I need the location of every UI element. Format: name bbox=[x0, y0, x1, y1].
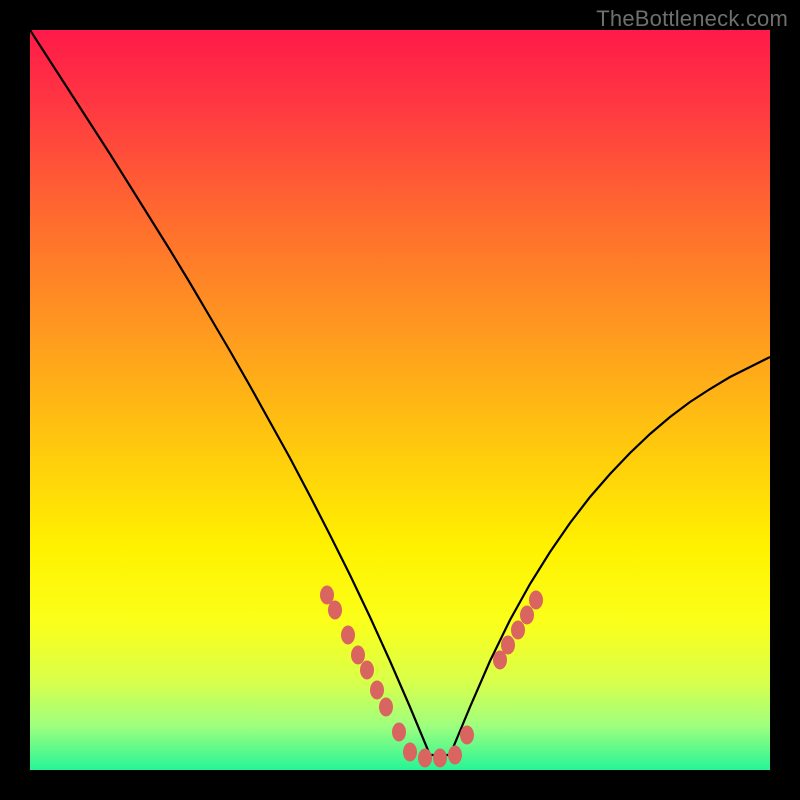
curve-marker bbox=[501, 636, 515, 655]
curve-marker bbox=[460, 726, 474, 745]
curve-marker bbox=[341, 626, 355, 645]
curve-marker bbox=[520, 606, 534, 625]
bottleneck-chart bbox=[30, 30, 770, 770]
gradient-backplate bbox=[30, 30, 770, 770]
watermark-text: TheBottleneck.com bbox=[596, 6, 788, 32]
curve-marker bbox=[379, 698, 393, 717]
curve-marker bbox=[448, 746, 462, 765]
curve-marker bbox=[351, 646, 365, 665]
curve-marker bbox=[370, 681, 384, 700]
curve-marker bbox=[418, 749, 432, 768]
curve-marker bbox=[511, 621, 525, 640]
curve-marker bbox=[328, 601, 342, 620]
curve-marker bbox=[403, 743, 417, 762]
curve-marker bbox=[433, 749, 447, 768]
curve-marker bbox=[529, 591, 543, 610]
curve-marker bbox=[392, 723, 406, 742]
curve-marker bbox=[360, 661, 374, 680]
